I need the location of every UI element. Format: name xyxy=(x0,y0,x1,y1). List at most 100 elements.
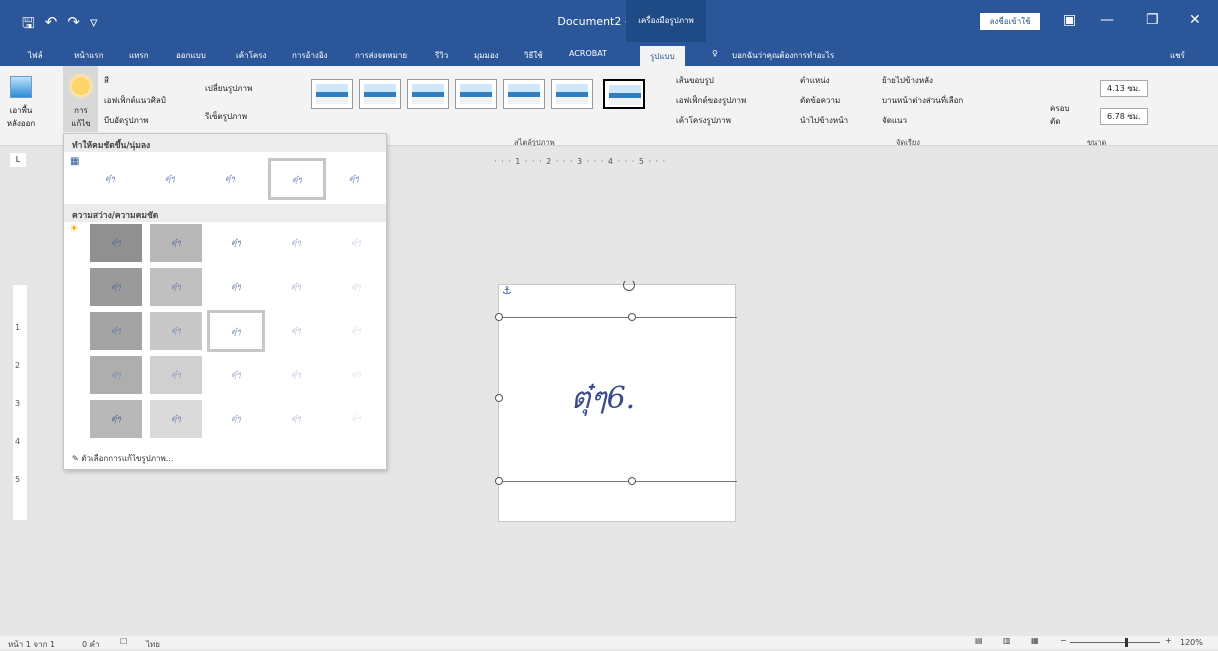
tell-me-input[interactable]: บอกฉันว่าคุณต้องการทำอะไร xyxy=(732,49,834,62)
ribbon-display-icon[interactable]: ▣ xyxy=(1063,12,1076,28)
picture-style-4[interactable] xyxy=(455,79,497,109)
bring-forward-button[interactable]: นำไปข้างหน้า xyxy=(800,114,848,127)
tab-references[interactable]: การอ้างอิง xyxy=(292,49,328,62)
brightness-thumb[interactable]: ตุ๋ๆ xyxy=(270,268,322,306)
page-count[interactable]: หน้า 1 จาก 1 xyxy=(8,638,55,651)
tab-file[interactable]: ไฟล์ xyxy=(28,49,43,62)
picture-style-2[interactable] xyxy=(359,79,401,109)
brightness-thumb[interactable]: ตุ๋ๆ xyxy=(210,356,262,394)
picture-style-7[interactable] xyxy=(603,79,645,109)
selection-pane-button[interactable]: บานหน้าต่างส่วนที่เลือก xyxy=(882,94,963,107)
tab-review[interactable]: รีวิว xyxy=(435,49,448,62)
zoom-level[interactable]: 120% xyxy=(1180,638,1203,647)
crop-button[interactable]: ครอบ ตัด xyxy=(1050,102,1072,128)
resize-handle[interactable] xyxy=(628,313,636,321)
change-picture-button[interactable]: เปลี่ยนรูปภาพ xyxy=(205,82,252,95)
brightness-thumb[interactable]: ตุ๋ๆ xyxy=(330,268,382,306)
signin-button[interactable]: ลงชื่อเข้าใช้ xyxy=(980,13,1040,30)
vertical-ruler[interactable]: 1 2 3 4 5 xyxy=(13,285,27,520)
brightness-thumb[interactable]: ตุ๋ๆ xyxy=(150,224,202,262)
brightness-thumb[interactable]: ตุ๋ๆ xyxy=(90,224,142,262)
reset-picture-button[interactable]: รีเซ็ตรูปภาพ xyxy=(205,110,247,123)
brightness-thumb[interactable]: ตุ๋ๆ xyxy=(90,356,142,394)
anchor-icon: ⚓ xyxy=(502,284,512,297)
tab-view[interactable]: มุมมอง xyxy=(474,49,499,62)
minimize-icon[interactable]: — xyxy=(1100,12,1114,28)
tab-acrobat[interactable]: ACROBAT xyxy=(569,49,607,58)
brightness-thumb[interactable]: ตุ๋ๆ xyxy=(270,312,322,350)
resize-handle[interactable] xyxy=(495,394,503,402)
zoom-out-icon[interactable]: − xyxy=(1060,636,1067,645)
brightness-thumb[interactable]: ตุ๋ๆ xyxy=(150,312,202,350)
artistic-effects-button[interactable]: เอฟเฟ็กต์แนวศิลป์ xyxy=(104,94,166,107)
picture-style-6[interactable] xyxy=(551,79,593,109)
brightness-thumb[interactable]: ตุ๋ๆ xyxy=(330,312,382,350)
brightness-thumb[interactable]: ตุ๋ๆ xyxy=(90,312,142,350)
brightness-thumb[interactable]: ตุ๋ๆ xyxy=(210,224,262,262)
picture-style-5[interactable] xyxy=(503,79,545,109)
remove-background-button[interactable]: เอาพื้น หลังออก xyxy=(4,104,38,130)
zoom-slider[interactable] xyxy=(1070,642,1160,643)
word-count[interactable]: 0 คำ xyxy=(82,638,99,651)
proofing-icon[interactable]: ☐ xyxy=(120,637,127,646)
color-button[interactable]: สี xyxy=(104,74,109,87)
zoom-in-icon[interactable]: + xyxy=(1165,636,1172,645)
tab-selector[interactable]: L xyxy=(10,153,26,167)
brightness-thumb[interactable]: ตุ๋ๆ xyxy=(210,400,262,438)
wrap-text-button[interactable]: ตัดข้อความ xyxy=(800,94,840,107)
picture-effects-button[interactable]: เอฟเฟ็กต์ของรูปภาพ xyxy=(676,94,746,107)
brightness-thumb[interactable]: ตุ๋ๆ xyxy=(90,268,142,306)
width-field[interactable]: 6.78 ซม. xyxy=(1100,108,1148,125)
sharpen-thumb-3[interactable]: ตุ๋ๆ xyxy=(204,160,256,198)
sharpen-thumb-4[interactable]: ตุ๋ๆ xyxy=(268,158,326,200)
sharpen-thumb-5[interactable]: ตุ๋ๆ xyxy=(328,160,380,198)
compress-pictures-button[interactable]: บีบอัดรูปภาพ xyxy=(104,114,149,127)
close-icon[interactable]: ✕ xyxy=(1189,12,1201,28)
picture-style-1[interactable] xyxy=(311,79,353,109)
share-button[interactable]: แชร์ xyxy=(1170,49,1185,62)
zoom-slider-knob[interactable] xyxy=(1125,638,1128,647)
document-page[interactable]: ⚓ ตุ๋ๆ6. xyxy=(495,279,737,522)
web-layout-icon[interactable]: ▦ xyxy=(1031,636,1039,645)
picture-style-3[interactable] xyxy=(407,79,449,109)
rotate-handle-icon[interactable] xyxy=(623,279,635,291)
tab-insert[interactable]: แทรก xyxy=(129,49,149,62)
brightness-thumb[interactable]: ตุ๋ๆ xyxy=(90,400,142,438)
horizontal-ruler[interactable]: · · · 1 · · · 2 · · · 3 · · · 4 · · · 5 … xyxy=(494,157,666,166)
brightness-thumb-selected[interactable]: ตุ๋ๆ xyxy=(207,310,265,352)
print-layout-icon[interactable]: ▥ xyxy=(1003,636,1011,645)
tab-layout[interactable]: เค้าโครง xyxy=(236,49,266,62)
sharpen-thumb-1[interactable]: ตุ๋ๆ xyxy=(84,160,136,198)
brightness-thumb[interactable]: ตุ๋ๆ xyxy=(330,224,382,262)
brightness-thumb[interactable]: ตุ๋ๆ xyxy=(270,224,322,262)
brightness-thumb[interactable]: ตุ๋ๆ xyxy=(150,268,202,306)
resize-handle[interactable] xyxy=(628,477,636,485)
align-button[interactable]: จัดแนว xyxy=(882,114,907,127)
restore-icon[interactable]: ❐ xyxy=(1146,12,1159,28)
brightness-thumb[interactable]: ตุ๋ๆ xyxy=(210,268,262,306)
brightness-thumb[interactable]: ตุ๋ๆ xyxy=(270,400,322,438)
tab-home[interactable]: หน้าแรก xyxy=(74,49,104,62)
brightness-thumb[interactable]: ตุ๋ๆ xyxy=(330,400,382,438)
resize-handle[interactable] xyxy=(495,313,503,321)
tab-mailings[interactable]: การส่งจดหมาย xyxy=(355,49,407,62)
ribbon-tabs: ไฟล์ หน้าแรก แทรก ออกแบบ เค้าโครง การอ้า… xyxy=(0,42,1218,69)
brightness-thumb[interactable]: ตุ๋ๆ xyxy=(150,400,202,438)
send-backward-button[interactable]: ย้ายไปข้างหลัง xyxy=(882,74,933,87)
sharpen-thumb-2[interactable]: ตุ๋ๆ xyxy=(144,160,196,198)
position-button[interactable]: ตำแหน่ง xyxy=(800,74,830,87)
brightness-thumb[interactable]: ตุ๋ๆ xyxy=(150,356,202,394)
remove-background-icon[interactable] xyxy=(10,76,32,98)
brightness-thumb[interactable]: ตุ๋ๆ xyxy=(330,356,382,394)
height-field[interactable]: 4.13 ซม. xyxy=(1100,80,1148,97)
picture-border-button[interactable]: เส้นขอบรูป xyxy=(676,74,714,87)
picture-corrections-options[interactable]: ✎ ตัวเลือกการแก้ไขรูปภาพ... xyxy=(72,452,173,465)
picture-layout-button[interactable]: เค้าโครงรูปภาพ xyxy=(676,114,731,127)
tab-help[interactable]: วิธีใช้ xyxy=(524,49,543,62)
resize-handle[interactable] xyxy=(495,477,503,485)
tab-design[interactable]: ออกแบบ xyxy=(176,49,206,62)
read-mode-icon[interactable]: ▤ xyxy=(975,636,983,645)
brightness-thumb[interactable]: ตุ๋ๆ xyxy=(270,356,322,394)
corrections-button[interactable]: การ แก้ไข xyxy=(66,104,96,130)
language[interactable]: ไทย xyxy=(146,638,160,651)
